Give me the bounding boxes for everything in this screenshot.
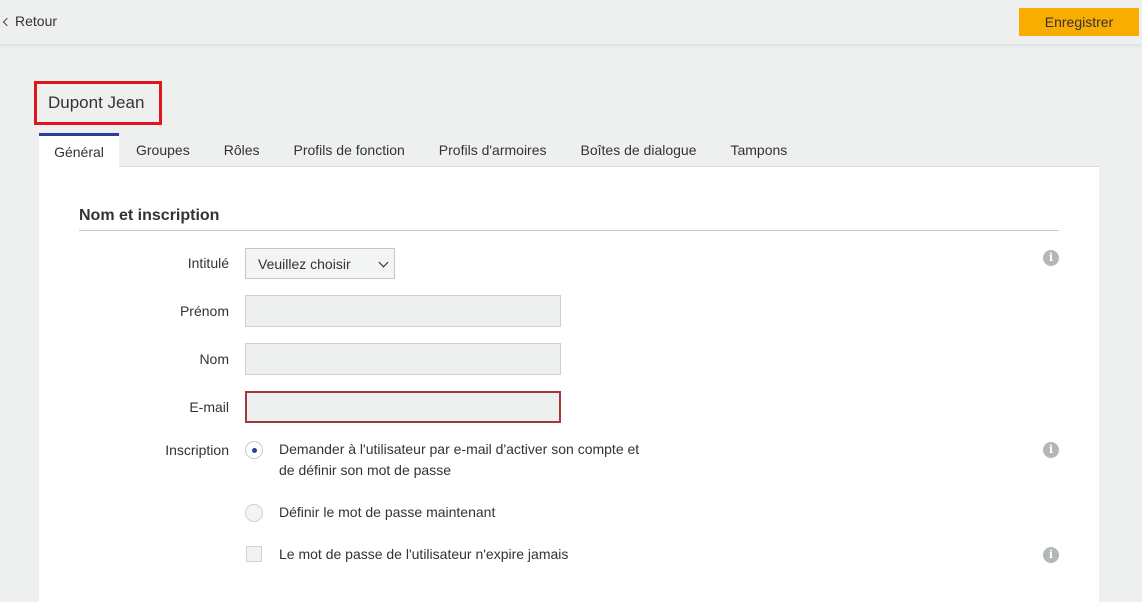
registration-option-email-line2: de définir son mot de passe bbox=[279, 462, 451, 478]
tab-dialogs[interactable]: Boîtes de dialogue bbox=[564, 133, 714, 167]
no-expire-label: Le mot de passe de l'utilisateur n'expir… bbox=[279, 546, 569, 562]
title-select-value: Veuillez choisir bbox=[258, 255, 351, 272]
firstname-field[interactable] bbox=[245, 295, 561, 327]
chevron-left-icon bbox=[2, 17, 12, 26]
section-divider bbox=[79, 230, 1059, 231]
save-button[interactable]: Enregistrer bbox=[1019, 8, 1139, 36]
tab-groups[interactable]: Groupes bbox=[119, 133, 207, 167]
title-select[interactable]: Veuillez choisir bbox=[245, 248, 395, 279]
tab-function-profiles[interactable]: Profils de fonction bbox=[277, 133, 422, 167]
registration-radio-now[interactable] bbox=[245, 504, 263, 522]
back-label: Retour bbox=[15, 13, 58, 29]
content-panel bbox=[39, 167, 1099, 602]
firstname-label: Prénom bbox=[179, 303, 229, 319]
page-title: Dupont Jean bbox=[34, 81, 162, 125]
tab-general[interactable]: Général bbox=[39, 133, 119, 167]
no-expire-checkbox[interactable] bbox=[246, 546, 262, 562]
lastname-field[interactable] bbox=[245, 343, 561, 375]
chevron-down-icon bbox=[378, 257, 389, 268]
registration-option-now: Définir le mot de passe maintenant bbox=[279, 504, 496, 520]
tab-stamps[interactable]: Tampons bbox=[713, 133, 804, 167]
email-field[interactable] bbox=[245, 391, 561, 423]
tab-divider bbox=[119, 166, 1099, 167]
registration-radio-email[interactable] bbox=[245, 441, 263, 459]
tab-roles[interactable]: Rôles bbox=[207, 133, 277, 167]
info-icon[interactable]: i bbox=[1043, 442, 1059, 458]
section-title: Nom et inscription bbox=[79, 207, 220, 224]
lastname-label: Nom bbox=[199, 351, 229, 367]
info-icon[interactable]: i bbox=[1043, 250, 1059, 266]
info-icon[interactable]: i bbox=[1043, 547, 1059, 563]
email-label: E-mail bbox=[189, 399, 229, 415]
title-label: Intitulé bbox=[187, 255, 229, 271]
top-bar: Retour Enregistrer bbox=[0, 0, 1142, 45]
registration-option-email-line1: Demander à l'utilisateur par e-mail d'ac… bbox=[279, 441, 640, 457]
back-link[interactable]: Retour bbox=[2, 13, 58, 29]
registration-label: Inscription bbox=[165, 442, 229, 458]
registration-option-email: Demander à l'utilisateur par e-mail d'ac… bbox=[279, 439, 639, 481]
tab-cabinet-profiles[interactable]: Profils d'armoires bbox=[422, 133, 564, 167]
tab-bar: Général Groupes Rôles Profils de fonctio… bbox=[39, 133, 804, 167]
